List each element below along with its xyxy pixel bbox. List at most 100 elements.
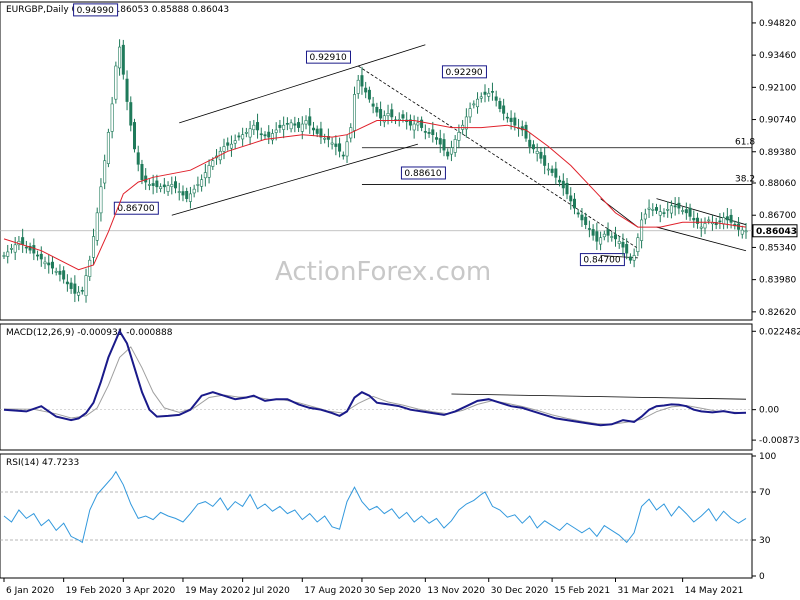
candle-body bbox=[502, 105, 506, 114]
candle-body bbox=[386, 113, 390, 117]
candle-body bbox=[531, 144, 535, 150]
candle-body bbox=[118, 46, 122, 69]
fib-61-8-label: 61.8 bbox=[735, 138, 755, 148]
candle-body bbox=[677, 202, 681, 209]
candle-body bbox=[699, 226, 703, 229]
candle-body bbox=[546, 168, 550, 171]
candle-body bbox=[54, 270, 58, 273]
rsi-y-tick-label: 70 bbox=[759, 488, 771, 498]
candle-body bbox=[725, 216, 729, 221]
price-y-tick-label: 0.94820 bbox=[759, 19, 796, 29]
candle-body bbox=[658, 211, 662, 216]
candle-body bbox=[267, 131, 271, 138]
price-annotation-label: 0.94990 bbox=[77, 6, 114, 16]
candle-body bbox=[505, 116, 509, 119]
candle-body bbox=[468, 108, 472, 118]
candle-body bbox=[476, 98, 480, 108]
candle-body bbox=[114, 65, 118, 100]
candle-body bbox=[174, 181, 178, 189]
macd-y-tick-label: -0.008736 bbox=[759, 436, 800, 446]
candle-body bbox=[584, 216, 588, 225]
candle-body bbox=[237, 135, 241, 138]
candle-body bbox=[323, 137, 327, 140]
candle-body bbox=[543, 155, 547, 166]
candle-body bbox=[136, 152, 140, 165]
candle-body bbox=[565, 182, 569, 195]
candle-body bbox=[666, 208, 670, 211]
candle-body bbox=[88, 259, 92, 277]
candle-body bbox=[561, 180, 565, 189]
candle-body bbox=[550, 168, 554, 173]
candle-body bbox=[259, 133, 263, 136]
candle-body bbox=[576, 212, 580, 215]
candle-body bbox=[599, 237, 603, 245]
candle-body bbox=[453, 139, 457, 153]
candle-body bbox=[345, 141, 349, 157]
candle-body bbox=[334, 143, 338, 147]
price-annotation-label: 0.92910 bbox=[309, 53, 346, 63]
x-tick-label: 6 Jan 2020 bbox=[6, 586, 54, 596]
candle-body bbox=[438, 138, 442, 145]
candle-body bbox=[256, 122, 260, 131]
candle-body bbox=[80, 289, 84, 292]
candle-body bbox=[252, 124, 256, 131]
candle-body bbox=[367, 89, 371, 100]
candle-body bbox=[420, 119, 424, 128]
candle-body bbox=[21, 237, 25, 245]
candle-body bbox=[69, 282, 73, 289]
candle-body bbox=[569, 195, 573, 202]
x-tick-label: 2 Jul 2020 bbox=[245, 586, 290, 596]
price-annotation-label: 0.84700 bbox=[583, 256, 620, 266]
candle-body bbox=[580, 214, 584, 221]
candle-body bbox=[737, 223, 741, 230]
candle-body bbox=[572, 198, 576, 209]
candle-body bbox=[655, 207, 659, 211]
candle-body bbox=[621, 241, 625, 248]
candle-body bbox=[207, 165, 211, 178]
candle-body bbox=[352, 94, 356, 131]
watermark: ActionForex.com bbox=[275, 257, 491, 287]
candle-body bbox=[341, 154, 345, 157]
candle-body bbox=[62, 270, 66, 280]
candle-body bbox=[222, 146, 226, 152]
candle-body bbox=[427, 132, 431, 134]
candle-body bbox=[684, 209, 688, 214]
candle-body bbox=[32, 245, 36, 254]
candle-body bbox=[140, 164, 144, 180]
candle-body bbox=[330, 142, 334, 145]
candle-body bbox=[744, 230, 748, 233]
macd-y-tick-label: 0.00 bbox=[759, 406, 779, 416]
candle-body bbox=[147, 184, 151, 186]
macd-y-tick-label: 0.022482 bbox=[759, 327, 800, 337]
candle-body bbox=[188, 193, 192, 202]
candle-body bbox=[703, 223, 707, 229]
candle-body bbox=[226, 142, 230, 146]
candle-body bbox=[282, 124, 286, 130]
candle-body bbox=[487, 92, 491, 97]
candle-body bbox=[435, 137, 439, 140]
candle-body bbox=[636, 237, 640, 252]
candle-body bbox=[360, 75, 364, 87]
candle-body bbox=[263, 134, 267, 137]
candle-body bbox=[509, 117, 513, 122]
candle-body bbox=[632, 255, 636, 261]
candle-body bbox=[535, 150, 539, 154]
candle-body bbox=[155, 180, 159, 188]
rsi-y-tick-label: 100 bbox=[759, 452, 776, 462]
macd-line bbox=[3, 329, 747, 427]
candle-body bbox=[244, 132, 248, 134]
candle-body bbox=[285, 123, 289, 125]
x-tick-label: 31 Mar 2021 bbox=[617, 586, 674, 596]
price-y-tick-label: 0.86700 bbox=[759, 211, 796, 221]
rsi-line bbox=[3, 470, 747, 544]
candle-body bbox=[274, 129, 278, 133]
x-tick-label: 30 Sep 2020 bbox=[364, 586, 421, 596]
candle-body bbox=[688, 207, 692, 217]
candle-body bbox=[162, 184, 166, 188]
candle-body bbox=[308, 116, 312, 126]
candle-body bbox=[539, 151, 543, 159]
candle-body bbox=[707, 219, 711, 222]
candle-body bbox=[203, 172, 207, 179]
candle-body bbox=[9, 248, 13, 250]
candle-body bbox=[297, 122, 301, 128]
